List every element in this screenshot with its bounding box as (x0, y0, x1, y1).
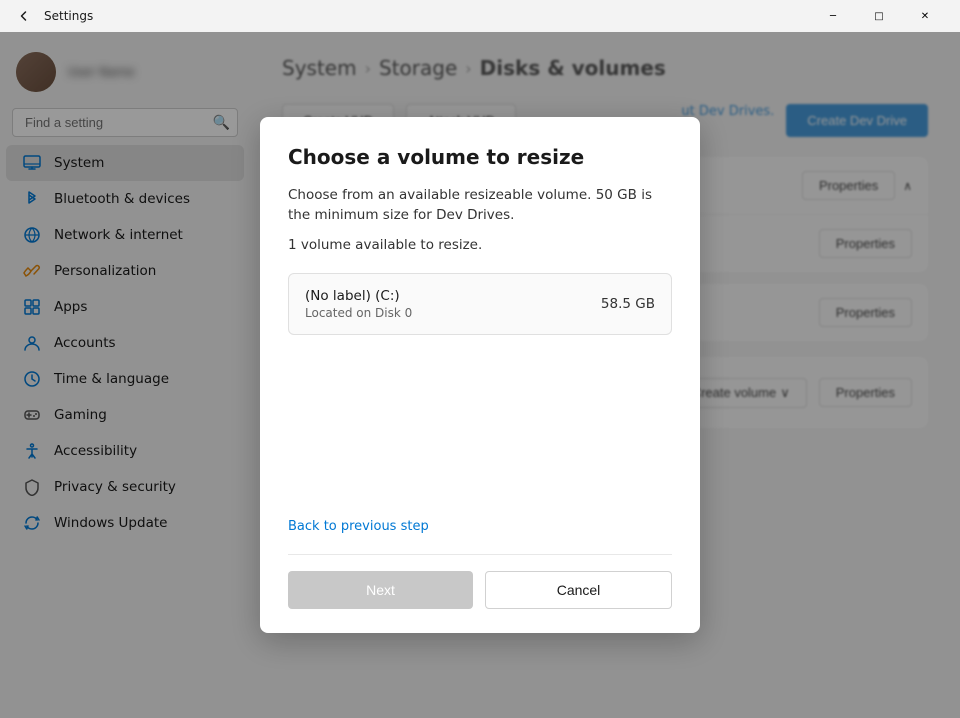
volume-item-size: 58.5 GB (601, 296, 655, 312)
app-title: Settings (44, 9, 93, 23)
modal-dialog: Choose a volume to resize Choose from an… (260, 117, 700, 634)
modal-divider (288, 554, 672, 555)
volume-list-item[interactable]: (No label) (C:) Located on Disk 0 58.5 G… (288, 273, 672, 335)
volume-item-location: Located on Disk 0 (305, 306, 412, 320)
modal-buttons: Next Cancel (288, 571, 672, 609)
volume-item-label: (No label) (C:) (305, 288, 412, 304)
modal-title: Choose a volume to resize (288, 145, 672, 169)
volume-item-info: (No label) (C:) Located on Disk 0 (305, 288, 412, 320)
modal-description: Choose from an available resizeable volu… (288, 185, 672, 226)
back-button[interactable] (12, 4, 36, 28)
modal-overlay: Choose a volume to resize Choose from an… (0, 32, 960, 718)
cancel-button[interactable]: Cancel (485, 571, 672, 609)
titlebar: Settings ─ □ ✕ (0, 0, 960, 32)
close-button[interactable]: ✕ (902, 0, 948, 32)
next-button[interactable]: Next (288, 571, 473, 609)
minimize-button[interactable]: ─ (810, 0, 856, 32)
window-controls: ─ □ ✕ (810, 0, 948, 32)
modal-spacer (288, 343, 672, 503)
maximize-button[interactable]: □ (856, 0, 902, 32)
back-to-previous-link[interactable]: Back to previous step (288, 519, 429, 534)
modal-volume-count: 1 volume available to resize. (288, 237, 672, 253)
